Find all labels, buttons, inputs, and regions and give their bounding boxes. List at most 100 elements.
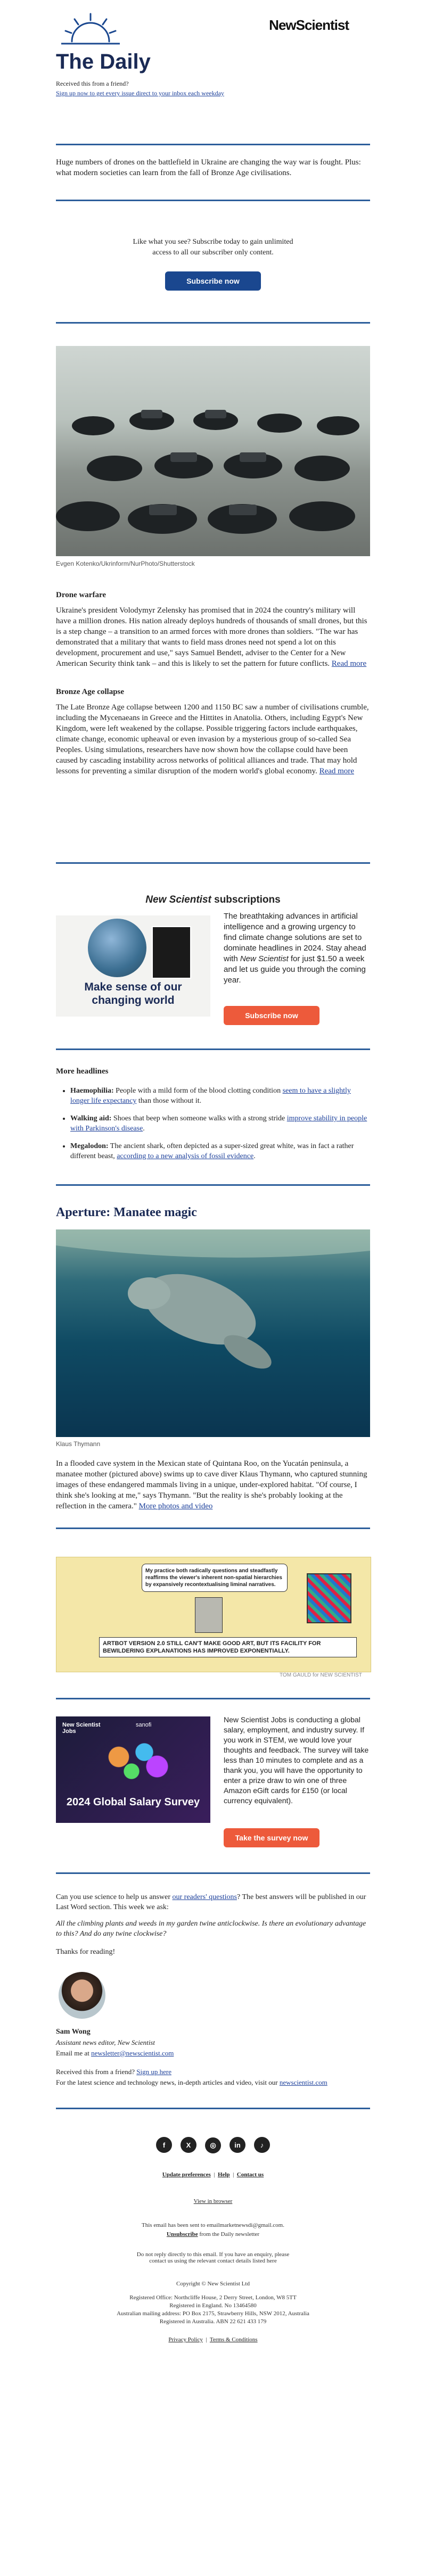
headline-item-megalodon: Megalodon: The ancient shark, often depi… [70,1141,368,1161]
headline-item-walking-aid: Walking aid: Shoes that beep when someon… [70,1113,368,1134]
manatee-photo [56,1229,370,1437]
subscriptions-heading: New Scientist subscriptions [56,894,370,906]
headline-bold: Megalodon: [70,1142,109,1150]
update-preferences-link[interactable]: Update preferences [162,2172,211,2178]
unsubscribe-link[interactable]: Unsubscribe [167,2231,198,2238]
subscribe-button[interactable]: Subscribe now [165,271,261,291]
linkedin-icon[interactable]: in [230,2137,245,2153]
newsletter-title: The Daily [56,50,151,73]
latest-label: For the latest science and technology ne… [56,2078,280,2086]
legal-links: Privacy Policy | Terms & Conditions [168,2336,258,2343]
headline-bold: Walking aid: [70,1114,112,1122]
author-email-link[interactable]: newsletter@newscientist.com [91,2049,174,2057]
readers-questions-link[interactable]: our readers' questions [173,1893,237,1901]
address-line: Australian mailing address: PO Box 2175,… [117,2310,309,2317]
intro-text: Huge numbers of drones on the battlefiel… [56,158,361,177]
divider [56,2108,370,2109]
more-headlines-heading: More headlines [56,1067,109,1076]
newsletter-page: NewScientist The Daily Received this fro… [0,0,426,2576]
aperture-text: In a flooded cave system in the Mexican … [56,1458,370,1512]
headline-after: . [143,1125,145,1133]
subscriptions-heading-rest: subscriptions [211,894,281,905]
salary-survey-partner: sanofi [136,1722,152,1728]
address-block: Registered Office: Northcliffe House, 2 … [56,2294,370,2326]
readers-question-text: Can you use science to help us answer ou… [56,1892,370,1912]
promo-text: Like what you see? Subscribe today to ga… [133,238,293,257]
subscriptions-heading-brand: New Scientist [145,894,211,905]
divider [56,1872,370,1874]
signup-here-link[interactable]: Sign up here [136,2068,171,2076]
headline-after: . [253,1152,256,1160]
subscriptions-tagline: Make sense of our changing world [84,981,182,1006]
received-line: Received this from a friend? Sign up her… [56,2068,370,2076]
site-link[interactable]: newscientist.com [280,2078,327,2086]
subscriptions-text: The breathtaking advances in artificial … [224,911,370,986]
salary-survey-image[interactable]: New Scientist Jobs sanofi 2024 Global Sa… [56,1716,210,1823]
divider [56,200,370,201]
author-role: Assistant news editor, New Scientist [56,2038,155,2046]
author-name: Sam Wong [56,2028,91,2036]
divider [56,1048,370,1050]
divider [56,1698,370,1699]
robot-figure [195,1597,223,1633]
headline-text: People with a mild form of the blood clo… [113,1087,283,1095]
x-twitter-icon[interactable]: X [181,2137,196,2153]
subscriptions-image[interactable]: Make sense of our changing world [56,915,210,1017]
aperture-heading: Aperture: Manatee magic [56,1206,197,1219]
view-in-browser-link[interactable]: View in browser [194,2198,233,2205]
more-headlines-list: Haemophilia: People with a mild form of … [59,1086,368,1169]
headline-after: than those without it. [136,1097,202,1105]
headline-item-haemophilia: Haemophilia: People with a mild form of … [70,1086,368,1106]
drone-read-more-link[interactable]: Read more [332,659,366,668]
author-avatar [59,1972,105,2019]
tiktok-icon[interactable]: ♪ [254,2137,270,2153]
address-line: Registered in England. No 13464580 [169,2302,257,2309]
facebook-icon[interactable]: f [156,2137,172,2153]
manatee-illustration [56,1229,370,1369]
divider [56,862,370,864]
help-link[interactable]: Help [218,2172,230,2178]
headline-bold: Haemophilia: [70,1087,114,1095]
received-label: Received this from a friend? [56,2068,137,2076]
cartoon-credit: TOM GAULD for NEW SCIENTIST [280,1672,362,1678]
bronze-age-body: The Late Bronze Age collapse between 120… [56,703,369,775]
take-survey-button[interactable]: Take the survey now [224,1828,320,1847]
headline-text: Shoes that beep when someone walks with … [111,1114,287,1122]
subscriptions-text-brand: New Scientist [240,954,289,963]
footer-links: Update preferences | Help | Contact us [162,2172,264,2178]
copyright-text: Copyright © New Scientist Ltd [176,2281,250,2287]
divider [56,1528,370,1529]
author-email-line: Email me at newsletter@newscientist.com [56,2049,370,2058]
jobs-text: New Scientist Jobs is conducting a globa… [224,1715,369,1805]
bronze-read-more-link[interactable]: Read more [320,767,354,775]
no-reply-text: Do not reply directly to this email. If … [136,2251,290,2264]
terms-link[interactable]: Terms & Conditions [210,2336,258,2343]
cartoon-speech-bubble: My practice both radically questions and… [142,1564,288,1592]
drone-warfare-heading: Drone warfare [56,591,106,599]
sunrise-logo-icon [61,13,120,45]
unsubscribe-rest: from the Daily newsletter [198,2231,260,2238]
subscriptions-subscribe-button[interactable]: Subscribe now [224,1006,320,1025]
signup-link[interactable]: Sign up now to get every issue direct to… [56,89,224,97]
thanks-text: Thanks for reading! [56,1948,116,1956]
divider [56,144,370,145]
headline-link[interactable]: according to a new analysis of fossil ev… [117,1152,253,1160]
speech-bubbles-graphic [93,1738,178,1786]
drones-illustration [56,410,359,534]
canvas-art [307,1573,351,1623]
bronze-age-heading: Bronze Age collapse [56,688,125,696]
bronze-age-text: The Late Bronze Age collapse between 120… [56,702,370,777]
cartoon: My practice both radically questions and… [56,1557,371,1672]
instagram-icon[interactable]: ◎ [205,2137,221,2153]
divider [56,322,370,324]
brand-logo[interactable]: NewScientist [269,17,349,34]
question-quote: All the climbing plants and weeds in my … [56,1920,366,1938]
aperture-more-link[interactable]: More photos and video [139,1502,213,1510]
social-links: f X ◎ in ♪ [56,2137,370,2153]
sent-to-text: This email has been sent to emailmarketn… [142,2222,284,2228]
drone-warfare-body: Ukraine's president Volodymyr Zelensky h… [56,606,367,668]
globe-image [88,919,146,977]
privacy-policy-link[interactable]: Privacy Policy [168,2336,202,2343]
contact-us-link[interactable]: Contact us [237,2172,264,2178]
cartoon-caption: ARTBOT VERSION 2.0 STILL CAN'T MAKE GOOD… [99,1637,357,1657]
